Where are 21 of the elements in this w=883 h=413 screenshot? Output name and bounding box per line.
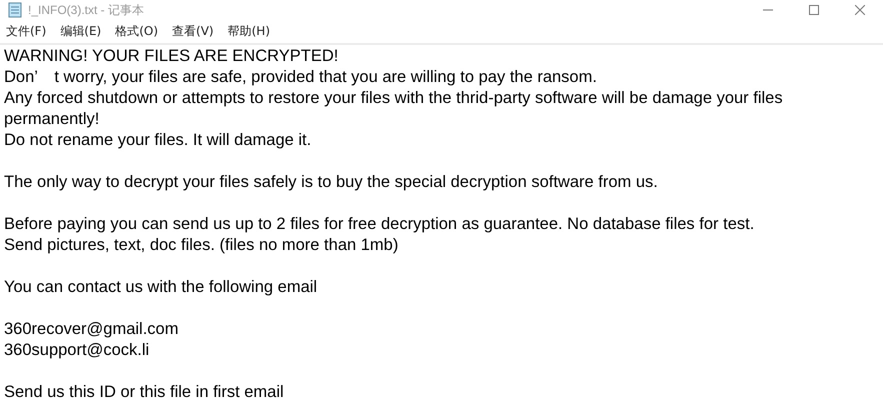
text-line: 360recover@gmail.com — [4, 319, 180, 340]
text-line: 360support@cock.li — [4, 340, 150, 361]
window-title: !_INFO(3).txt - 记事本 — [28, 2, 144, 19]
menu-item[interactable]: 文件(F) — [6, 22, 46, 40]
minimize-icon — [763, 9, 773, 11]
text-line: Send pictures, text, doc files. (files no more than 1mb) — [4, 235, 400, 256]
menu-item[interactable]: 帮助(H) — [228, 22, 270, 40]
text-line: Any forced shutdown or attempts to restore your files with the thrid-party software will be damage your files permanently! — [4, 88, 784, 130]
text-line: Do not rename your files. It will damage it. — [4, 130, 312, 151]
text-line: You can contact us with the following email — [4, 277, 318, 298]
text-line: WARNING! YOUR FILES ARE ENCRYPTED! — [4, 46, 340, 67]
menu-item[interactable]: 查看(V) — [172, 22, 214, 40]
menu-item[interactable]: 格式(O) — [115, 22, 158, 40]
text-line: Don’ t worry, your files are safe, provided that you are willing to pay the ransom. — [4, 67, 598, 88]
text-line: The only way to decrypt your files safely is to buy the special decryption software from us. — [4, 172, 659, 193]
maximize-icon — [809, 5, 819, 15]
text-line: Send us this ID or this file in first email — [4, 382, 285, 403]
notepad-icon — [8, 2, 22, 18]
close-icon — [855, 5, 865, 15]
text-line: Before paying you can send us up to 2 files for free decryption as guarantee. No database files for test. — [4, 214, 756, 235]
menu-item[interactable]: 编辑(E) — [60, 22, 102, 40]
